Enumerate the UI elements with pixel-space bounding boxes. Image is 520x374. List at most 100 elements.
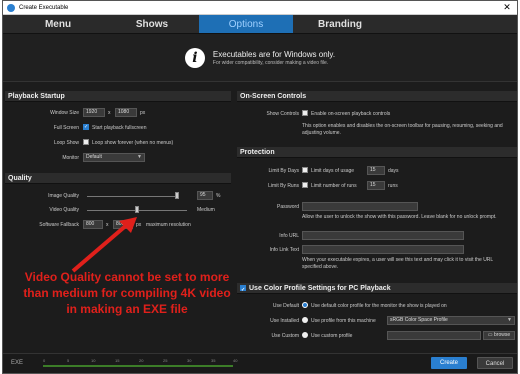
- limit-by-days-label: Limit By Days: [268, 168, 299, 174]
- protection-heading: Protection: [237, 147, 517, 158]
- meter-tick: 25: [163, 358, 168, 363]
- meter-tick: 0: [43, 358, 46, 363]
- loop-show-text: Loop show forever (when no menus): [92, 140, 174, 146]
- info-link-text-input[interactable]: [302, 245, 464, 254]
- use-default-radio[interactable]: [302, 302, 308, 308]
- use-custom-radio[interactable]: [302, 332, 308, 338]
- monitor-value: Default: [86, 154, 102, 160]
- full-screen-label: Full Screen: [53, 125, 79, 131]
- loop-show-checkbox[interactable]: [83, 139, 89, 145]
- image-quality-slider[interactable]: [87, 196, 179, 197]
- annotation-arrow: [71, 217, 137, 273]
- maximum-resolution-text: maximum resolution: [146, 222, 191, 228]
- meter-tick: 20: [139, 358, 144, 363]
- quality-heading: Quality: [5, 173, 231, 184]
- on-screen-controls-heading: On-Screen Controls: [237, 91, 517, 102]
- custom-profile-input[interactable]: [387, 331, 481, 340]
- info-icon: i: [184, 47, 205, 68]
- use-custom-label: Use Custom: [271, 333, 299, 339]
- password-label: Password: [277, 204, 299, 210]
- window-size-label: Window Size: [50, 110, 79, 116]
- exe-label: EXE: [11, 360, 24, 366]
- browse-button[interactable]: ▭ browse: [483, 331, 515, 340]
- browse-label: browse: [494, 332, 511, 338]
- use-default-label: Use Default: [272, 303, 299, 309]
- show-controls-description: This option enables and disables the on-…: [302, 123, 503, 136]
- chevron-down-icon: ▼: [507, 317, 512, 323]
- info-sub-text: For wider compatibility, consider making…: [212, 59, 329, 66]
- meter-tick: 35: [211, 358, 216, 363]
- video-quality-thumb[interactable]: [135, 206, 139, 213]
- annotation-text: Video Quality cannot be set to more than…: [23, 270, 231, 316]
- folder-icon: ▭: [487, 332, 493, 338]
- window-title: Create Executable: [19, 4, 69, 11]
- meter-tick: 30: [187, 358, 192, 363]
- times-label: x: [108, 110, 111, 116]
- info-url-label: Info URL: [279, 233, 299, 239]
- playback-startup-heading: Playback Startup: [5, 91, 231, 102]
- title-bar: Create Executable ✕: [3, 1, 517, 15]
- color-profile-checkbox[interactable]: [240, 285, 246, 296]
- limit-runs-checkbox[interactable]: [302, 182, 308, 188]
- monitor-select[interactable]: Default ▼: [83, 153, 145, 162]
- footer-bar: EXE 0 5 10 15 20 25 30 35 40 Create Canc…: [3, 353, 517, 373]
- full-screen-checkbox[interactable]: [83, 124, 89, 130]
- days-unit: days: [388, 168, 399, 174]
- use-custom-text: Use custom profile: [311, 333, 353, 339]
- app-icon: [7, 3, 15, 12]
- days-input[interactable]: 15: [367, 166, 385, 175]
- percent-label: %: [216, 193, 221, 199]
- tab-shows[interactable]: Shows: [105, 15, 199, 33]
- video-quality-value: Medium: [197, 207, 215, 213]
- monitor-label: Monitor: [62, 155, 79, 161]
- use-installed-text: Use profile from this machine: [311, 318, 376, 324]
- color-profile-heading-text: Use Color Profile Settings for PC Playba…: [249, 285, 391, 292]
- window-width-input[interactable]: 1920: [83, 108, 105, 117]
- cancel-button[interactable]: Cancel: [477, 357, 513, 369]
- create-executable-window: Create Executable ✕ Menu Shows Options B…: [2, 0, 518, 374]
- use-installed-label: Use Installed: [270, 318, 299, 324]
- runs-unit: runs: [388, 183, 398, 189]
- window-height-input[interactable]: 1080: [115, 108, 137, 117]
- info-banner: i Executables are for Windows only. For …: [3, 34, 517, 82]
- info-main-text: Executables are for Windows only.: [212, 49, 336, 59]
- info-link-help: When your executable expires, a user wil…: [302, 257, 494, 270]
- password-input[interactable]: [302, 202, 418, 211]
- show-controls-text: Enable on-screen playback controls: [311, 111, 391, 117]
- image-quality-input[interactable]: 95: [197, 191, 213, 200]
- chevron-down-icon: ▼: [137, 154, 142, 160]
- use-installed-radio[interactable]: [302, 317, 308, 323]
- size-meter: 0 5 10 15 20 25 30 35 40: [43, 358, 243, 368]
- size-meter-bar: [43, 365, 233, 367]
- installed-profile-value: sRGB Color Space Profile: [390, 317, 448, 323]
- image-quality-thumb[interactable]: [175, 192, 179, 199]
- meter-tick: 5: [67, 358, 70, 363]
- tab-bar: Menu Shows Options Branding: [3, 15, 517, 34]
- create-button[interactable]: Create: [431, 357, 467, 369]
- color-profile-heading: Use Color Profile Settings for PC Playba…: [237, 283, 517, 296]
- tab-branding[interactable]: Branding: [293, 15, 387, 33]
- image-quality-label: Image Quality: [48, 193, 79, 199]
- loop-show-label: Loop Show: [53, 140, 79, 146]
- use-default-text: Use default color profile for the monito…: [311, 303, 447, 309]
- tab-options[interactable]: Options: [199, 15, 293, 33]
- meter-tick: 10: [91, 358, 96, 363]
- close-icon[interactable]: ✕: [497, 2, 517, 13]
- installed-profile-select[interactable]: sRGB Color Space Profile ▼: [387, 316, 515, 325]
- show-controls-label: Show Controls: [266, 111, 299, 117]
- meter-tick: 40: [233, 358, 238, 363]
- limit-days-checkbox[interactable]: [302, 167, 308, 173]
- limit-runs-text: Limit number of runs: [311, 183, 357, 189]
- limit-by-runs-label: Limit By Runs: [268, 183, 299, 189]
- limit-days-text: Limit days of usage: [311, 168, 355, 174]
- full-screen-text: Start playback fullscreen: [92, 125, 147, 131]
- video-quality-label: Video Quality: [49, 207, 79, 213]
- info-link-text-label: Info Link Text: [269, 247, 299, 253]
- runs-input[interactable]: 15: [367, 181, 385, 190]
- show-controls-checkbox[interactable]: [302, 110, 308, 116]
- tab-menu[interactable]: Menu: [11, 15, 105, 33]
- password-help: Allow the user to unlock the show with t…: [302, 214, 497, 220]
- info-url-input[interactable]: [302, 231, 464, 240]
- meter-tick: 15: [115, 358, 120, 363]
- px-label: px: [140, 110, 146, 116]
